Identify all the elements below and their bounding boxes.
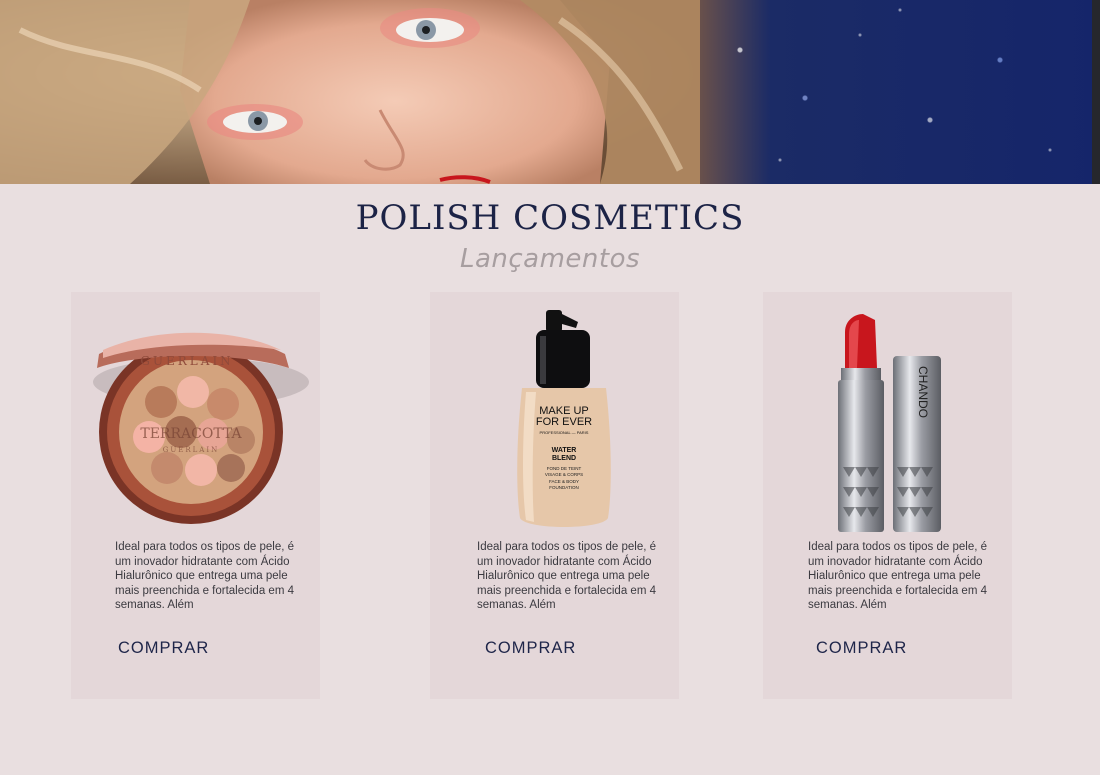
foundation-brand-line2: FOR EVER <box>536 416 592 428</box>
terracotta-pan-text: TERRACOTTA <box>140 426 242 442</box>
terracotta-pan-subtext: GUERLAIN <box>163 446 219 454</box>
foundation-product-image[interactable]: MAKE UP FOR EVER PROFESSIONAL — PARIS WA… <box>430 292 679 537</box>
foundation-fine-1: FOND DE TEINT <box>547 466 582 471</box>
product-description: Ideal para todos os tipos de pele, é um … <box>477 541 657 612</box>
product-description: Ideal para todos os tipos de pele, é um … <box>808 541 988 612</box>
hero-banner <box>0 0 1100 184</box>
product-description: Ideal para todos os tipos de pele, é um … <box>115 541 295 612</box>
lipstick-product-image[interactable]: CHANDO <box>763 292 1012 537</box>
lipstick-cap-text: CHANDO <box>916 366 930 418</box>
hero-glitter-background <box>700 0 1092 184</box>
product-card-lipstick[interactable]: CHANDO Ideal para todos os tipos de pele… <box>763 292 1012 699</box>
page-title: POLISH COSMETICS <box>355 198 745 238</box>
buy-button[interactable]: COMPRAR <box>485 639 576 658</box>
foundation-tagline: PROFESSIONAL — PARIS <box>540 430 589 435</box>
foundation-fine-4: FOUNDATION <box>549 485 578 490</box>
hero-edge <box>1092 0 1100 184</box>
foundation-name-line1: WATER <box>552 447 577 454</box>
foundation-name-line2: BLEND <box>552 455 576 462</box>
foundation-fine-3: FACE & BODY <box>549 479 579 484</box>
page-subtitle: Lançamentos <box>459 244 641 274</box>
buy-button[interactable]: COMPRAR <box>118 639 209 658</box>
buy-button[interactable]: COMPRAR <box>816 639 907 658</box>
terracotta-lid-text: GUERLAIN <box>140 354 233 368</box>
foundation-fine-2: VISAGE & CORPS <box>545 472 583 477</box>
product-card-terracotta[interactable]: GUERLAIN TERRACOTTA GUERLAIN Ideal para … <box>71 292 320 699</box>
product-card-foundation[interactable]: MAKE UP FOR EVER PROFESSIONAL — PARIS WA… <box>430 292 679 699</box>
terracotta-product-image[interactable]: GUERLAIN TERRACOTTA GUERLAIN <box>71 292 320 537</box>
